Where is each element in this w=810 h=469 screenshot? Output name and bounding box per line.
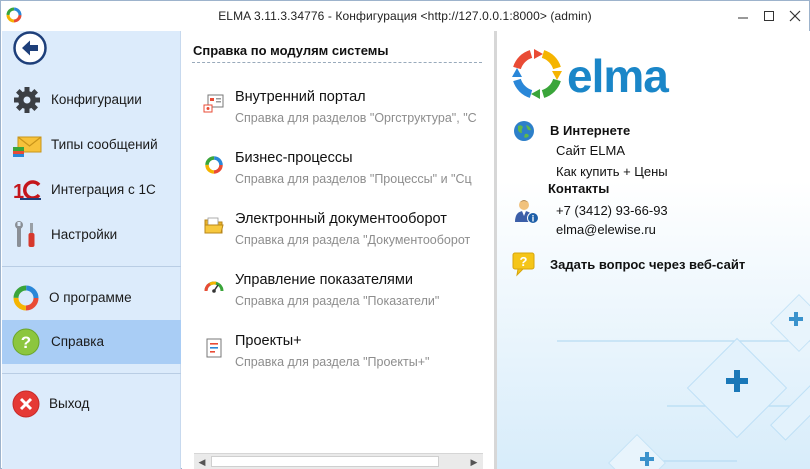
info-pane: elma В Интернете Сайт ELMA Как купить + … <box>497 31 810 469</box>
svg-text:?: ? <box>21 333 31 352</box>
scroll-left-icon[interactable]: ◀ <box>195 455 209 469</box>
svg-text:i: i <box>532 214 535 224</box>
module-title: Проекты+ <box>235 333 302 349</box>
module-title: Бизнес-процессы <box>235 150 353 166</box>
1c-logo-icon: 1 <box>13 180 41 203</box>
heading-rule <box>192 62 482 63</box>
elma-logo-text: elma <box>567 50 669 102</box>
modules-heading: Справка по модулям системы <box>193 43 389 58</box>
sidebar-item-label: Конфигурации <box>51 92 142 107</box>
envelope-icon <box>13 136 42 157</box>
question-chat-icon: ? <box>512 252 535 277</box>
sidebar-divider <box>2 373 181 374</box>
back-arrow-icon[interactable] <box>13 31 47 65</box>
module-item-portal[interactable]: Внутренний портал Справка для разделов "… <box>200 89 485 135</box>
globe-icon <box>514 121 534 141</box>
sidebar-item-label: Справка <box>51 334 104 349</box>
maximize-icon <box>764 11 774 21</box>
contact-person-icon: i <box>515 200 539 224</box>
buy-link[interactable]: Как купить + Цены <box>556 164 668 179</box>
module-item-kpi[interactable]: Управление показателями Справка для разд… <box>200 272 485 318</box>
scroll-right-icon[interactable]: ▶ <box>467 455 481 469</box>
gear-icon <box>14 87 40 113</box>
sidebar-divider <box>2 266 181 267</box>
sidebar-item-settings[interactable]: Настройки <box>2 213 181 257</box>
sidebar-item-label: Интеграция с 1С <box>51 182 156 197</box>
sidebar-item-about[interactable]: О программе <box>2 276 181 320</box>
help-icon: ? <box>12 328 40 356</box>
bpm-ring-icon <box>205 156 223 174</box>
folder-icon <box>204 217 224 234</box>
scrollbar-thumb[interactable] <box>211 456 439 467</box>
contact-phone: +7 (3412) 93-66-93 <box>556 203 668 218</box>
horizontal-scrollbar[interactable]: ◀ ▶ <box>194 453 483 469</box>
portal-icon <box>203 94 224 113</box>
sidebar-item-label: О программе <box>49 290 132 305</box>
sidebar: Конфигурации Типы сообщений 1 Интеграция… <box>2 31 181 469</box>
sidebar-item-configurations[interactable]: Конфигурации <box>2 78 181 122</box>
svg-text:?: ? <box>520 254 528 269</box>
gauge-icon <box>204 281 224 293</box>
elma-logo: elma <box>512 49 670 102</box>
minimize-icon <box>738 17 748 19</box>
sidebar-item-label: Выход <box>49 396 90 411</box>
module-description: Справка для разделов "Процессы" и "Сц <box>235 172 472 186</box>
module-title: Внутренний портал <box>235 89 366 105</box>
title-bar: ELMA 3.11.3.34776 - Конфигурация <http:/… <box>1 1 809 31</box>
modules-pane: Справка по модулям системы Внутренний по… <box>182 31 494 469</box>
close-button[interactable] <box>780 5 810 27</box>
close-icon <box>789 10 801 22</box>
sidebar-item-1c-integration[interactable]: 1 Интеграция с 1С <box>2 168 181 212</box>
sidebar-item-exit[interactable]: Выход <box>2 382 181 426</box>
module-item-projects[interactable]: Проекты+ Справка для раздела "Проекты+" <box>200 333 485 379</box>
module-description: Справка для разделов "Оргструктура", "С <box>235 111 477 125</box>
project-doc-icon <box>206 338 222 358</box>
module-title: Управление показателями <box>235 272 413 288</box>
wrench-screwdriver-icon <box>15 221 35 247</box>
module-description: Справка для раздела "Документооборот <box>235 233 471 247</box>
contact-email[interactable]: elma@elewise.ru <box>556 222 656 237</box>
elma-ring-icon <box>13 285 39 311</box>
window-title: ELMA 3.11.3.34776 - Конфигурация <http:/… <box>218 9 592 23</box>
contacts-heading: Контакты <box>548 181 610 196</box>
internet-heading: В Интернете <box>550 123 631 138</box>
site-link[interactable]: Сайт ELMA <box>556 143 625 158</box>
app-window: ELMA 3.11.3.34776 - Конфигурация <http:/… <box>0 0 810 469</box>
module-item-ecm[interactable]: Электронный документооборот Справка для … <box>200 211 485 257</box>
ask-question-link[interactable]: Задать вопрос через веб-сайт <box>550 257 745 272</box>
sidebar-item-help[interactable]: ? Справка <box>2 320 181 364</box>
module-title: Электронный документооборот <box>235 211 447 227</box>
module-item-bpm[interactable]: Бизнес-процессы Справка для разделов "Пр… <box>200 150 485 196</box>
sidebar-item-label: Настройки <box>51 227 118 242</box>
sidebar-item-label: Типы сообщений <box>51 137 158 152</box>
sidebar-item-message-types[interactable]: Типы сообщений <box>2 123 181 167</box>
module-description: Справка для раздела "Проекты+" <box>235 355 430 369</box>
exit-icon <box>12 390 40 418</box>
module-description: Справка для раздела "Показатели" <box>235 294 440 308</box>
